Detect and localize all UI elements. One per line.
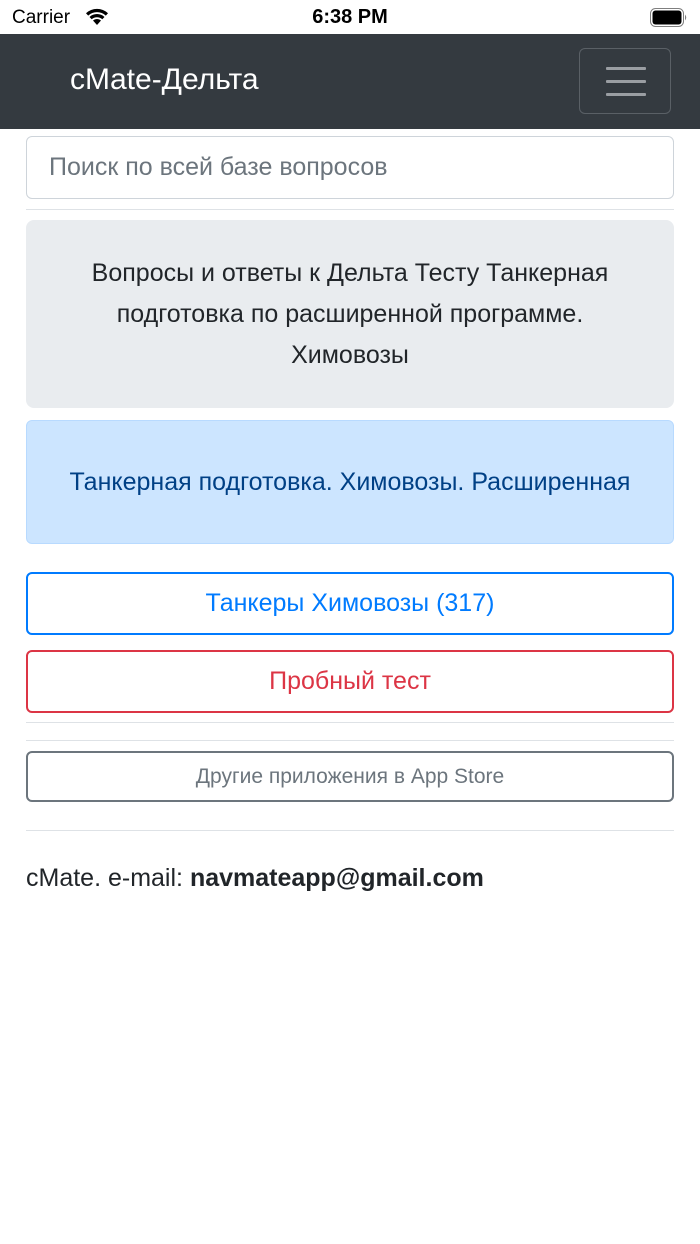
footer-contact: cMate. e-mail: navmateapp@gmail.com [26,864,484,893]
hamburger-menu-icon [606,80,646,83]
other-apps-button[interactable]: Другие приложения в App Store [26,751,674,802]
navbar-toggler-button[interactable] [579,48,671,114]
other-apps-button-label: Другие приложения в App Store [195,764,505,788]
contact-email[interactable]: navmateapp@gmail.com [190,864,484,892]
clock: 6:38 PM [312,6,388,28]
category-text: Танкерная подготовка. Химовозы. Расширен… [69,467,631,496]
intro-text: Вопросы и ответы к Дельта Тесту Танкерна… [91,258,609,369]
divider [26,722,674,723]
navbar-brand[interactable]: cMate-Дельта [70,62,259,98]
divider [26,830,674,831]
category-alert: Танкерная подготовка. Химовозы. Расширен… [26,420,674,544]
battery-icon [650,8,687,27]
trial-test-button-label: Пробный тест [269,667,431,695]
divider [26,209,674,210]
hamburger-menu-icon [606,93,646,96]
questions-button[interactable]: Танкеры Химовозы (317) [26,572,674,635]
trial-test-button[interactable]: Пробный тест [26,650,674,713]
hamburger-menu-icon [606,67,646,70]
intro-panel: Вопросы и ответы к Дельта Тесту Танкерна… [26,220,674,408]
footer-prefix: cMate. e-mail: [26,864,190,892]
navbar: cMate-Дельта [0,34,700,129]
divider [26,740,674,741]
search-input[interactable] [26,136,674,199]
questions-button-label: Танкеры Химовозы (317) [205,589,495,617]
status-bar: Carrier 6:38 PM [0,0,700,34]
